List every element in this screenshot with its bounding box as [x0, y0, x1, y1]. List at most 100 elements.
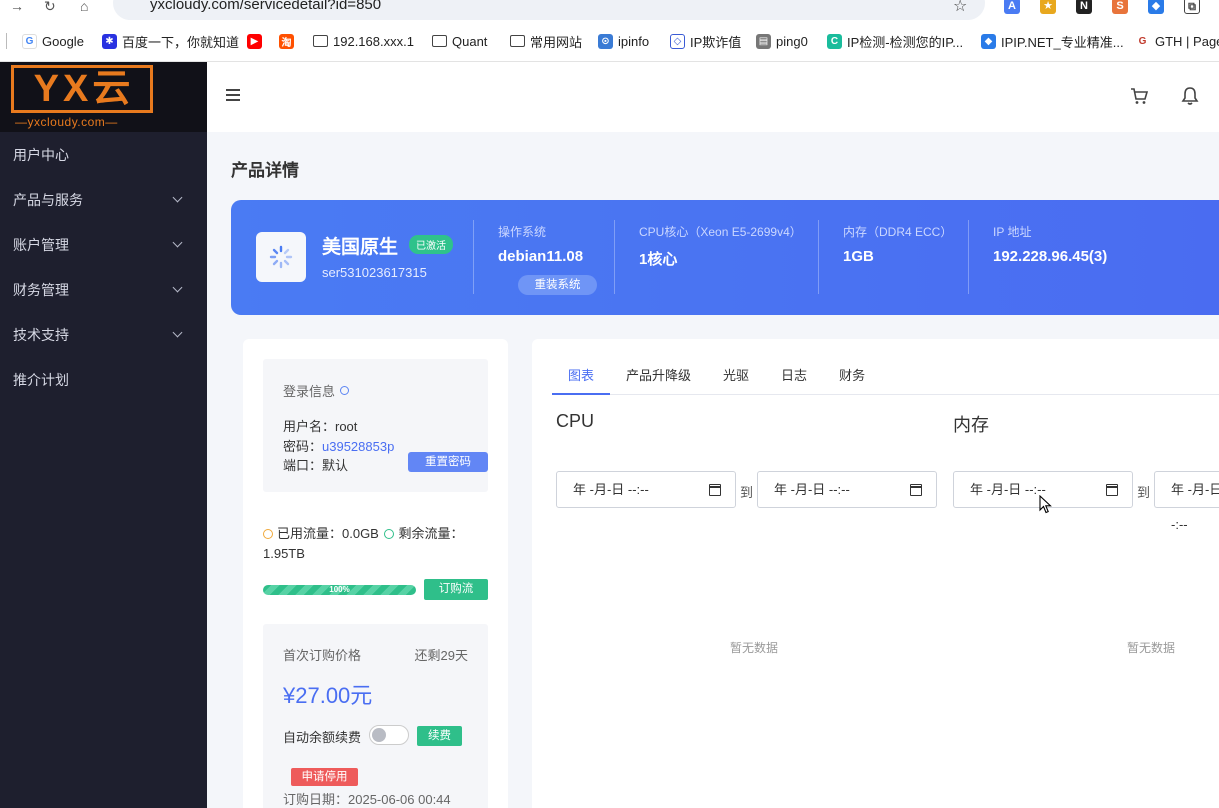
password-value[interactable]: u39528853p: [322, 439, 394, 454]
sidebar-item-support[interactable]: 技术支持: [0, 312, 207, 357]
bookmark-ip-check[interactable]: C IP检测-检测您的IP...: [827, 32, 963, 50]
diamond-extension-icon[interactable]: ◆: [1148, 0, 1164, 14]
ipip-icon: ◆: [981, 33, 996, 49]
buy-traffic-button[interactable]: 订购流: [424, 579, 488, 600]
sidebar-item-user-center[interactable]: 用户中心: [0, 132, 207, 177]
product-banner: 美国原生 已激活 ser531023617315 操作系统 debian11.0…: [231, 200, 1219, 315]
divider: [968, 220, 969, 294]
cpu-to-label: 到: [740, 485, 754, 500]
auto-renew-toggle[interactable]: [369, 725, 409, 745]
folder-icon: [510, 35, 525, 47]
mouse-cursor-icon: [1039, 495, 1052, 514]
login-info-box: 登录信息 用户名：root 密码：u39528853p 端口：默认 重置密码: [263, 359, 488, 492]
cart-icon[interactable]: [1129, 86, 1149, 106]
tab-logs[interactable]: 日志: [765, 367, 823, 395]
chevron-down-icon: [172, 237, 183, 248]
traffic-summary: 已用流量：0.0GB 剩余流量：1.95TB: [263, 524, 483, 564]
browser-address-row: → ↻ ⌂ yxcloudy.com/servicedetail?id=850 …: [0, 0, 1219, 20]
calendar-icon[interactable]: [910, 484, 922, 496]
bookmark-ip-fraud[interactable]: ◇ IP欺诈值: [670, 32, 741, 50]
shield-icon: ◇: [670, 33, 685, 49]
chevron-down-icon: [172, 192, 183, 203]
forward-icon[interactable]: →: [10, 0, 24, 13]
calendar-icon[interactable]: [1106, 484, 1118, 496]
bookmark-star-icon[interactable]: ☆: [953, 0, 967, 16]
divider: [818, 220, 819, 294]
cpu-start-date-input[interactable]: 年 -月-日 --:--: [556, 471, 736, 508]
divider: [473, 220, 474, 294]
ip-value: 192.228.96.45(3): [993, 248, 1108, 265]
translate-extension-icon[interactable]: A: [1004, 0, 1020, 14]
bookmark-divider: [6, 32, 7, 50]
login-info-title: 登录信息: [283, 381, 350, 400]
sidebar-item-finance[interactable]: 财务管理: [0, 267, 207, 312]
baidu-paw-icon: ✱: [102, 33, 117, 49]
ip-check-icon: C: [827, 33, 842, 49]
status-badge: 已激活: [409, 235, 453, 254]
youtube-icon: ▶: [247, 33, 262, 49]
billing-box: 首次订购价格 还剩29天 ¥27.00元 自动余额续费 续费 申请停用 订购日期…: [263, 624, 488, 808]
bookmark-ipip[interactable]: ◆ IPIP.NET_专业精准...: [981, 32, 1124, 50]
menu-toggle-icon[interactable]: [226, 89, 240, 101]
page-title: 产品详情: [231, 161, 299, 180]
cpu-no-data: 暂无数据: [730, 641, 779, 655]
reinstall-button[interactable]: 重装系统: [518, 275, 597, 295]
reset-password-button[interactable]: 重置密码: [408, 452, 488, 472]
tab-cdrom[interactable]: 光驱: [707, 367, 765, 395]
bookmark-youtube[interactable]: ▶: [247, 32, 267, 50]
price-value: ¥27.00元: [283, 683, 373, 708]
bookmark-quant[interactable]: Quant: [432, 32, 487, 50]
gth-icon: G: [1135, 33, 1150, 49]
service-info-card: 登录信息 用户名：root 密码：u39528853p 端口：默认 重置密码 已…: [243, 339, 508, 808]
product-icon: [256, 232, 306, 282]
auto-renew-label: 自动余额续费: [283, 730, 362, 745]
product-name: 美国原生: [322, 237, 399, 258]
bell-icon[interactable]: [1180, 86, 1200, 106]
memory-label: 内存（DDR4 ECC）: [843, 225, 953, 239]
bookmark-router[interactable]: 192.168.xxx.1: [313, 32, 414, 50]
folder-icon: [313, 35, 328, 47]
home-icon[interactable]: ⌂: [80, 0, 88, 13]
sidebar: Y X 云 —yxcloudy.com— 用户中心 产品与服务 账户管理 财务管…: [0, 62, 207, 808]
extension-icon[interactable]: ★: [1040, 0, 1056, 14]
bookmark-gth[interactable]: G GTH | Page: [1135, 32, 1219, 50]
sidebar-item-products[interactable]: 产品与服务: [0, 177, 207, 222]
reload-icon[interactable]: ↻: [44, 0, 56, 13]
calendar-icon[interactable]: [709, 484, 721, 496]
puzzle-extension-icon[interactable]: ⧉: [1184, 0, 1200, 14]
bookmark-common-sites[interactable]: 常用网站: [510, 32, 582, 50]
renew-button[interactable]: 续费: [417, 726, 462, 746]
user-icon: [340, 386, 350, 395]
used-traffic-dot-icon: [263, 529, 273, 539]
bookmark-taobao[interactable]: 淘: [279, 32, 299, 50]
url-text[interactable]: yxcloudy.com/servicedetail?id=850: [150, 0, 381, 13]
logo-box: Y X 云: [11, 65, 153, 113]
bookmark-baidu[interactable]: ✱ 百度一下，你就知道: [102, 32, 239, 50]
taobao-icon: 淘: [279, 33, 294, 49]
bookmark-ipinfo[interactable]: ⊙ ipinfo: [598, 32, 649, 50]
s-extension-icon[interactable]: S: [1112, 0, 1128, 14]
sidebar-item-account[interactable]: 账户管理: [0, 222, 207, 267]
used-traffic: 已用流量：0.0GB: [277, 526, 379, 541]
traffic-progress-bar: 100%: [263, 585, 416, 595]
notion-extension-icon[interactable]: N: [1076, 0, 1092, 14]
memory-end-date-input[interactable]: 年 -月-日 --:--: [1154, 471, 1219, 532]
memory-no-data: 暂无数据: [1127, 641, 1176, 655]
logo[interactable]: Y X 云 —yxcloudy.com—: [0, 62, 207, 132]
first-price-label: 首次订购价格: [283, 648, 362, 663]
divider: [614, 220, 615, 294]
server-icon: ▤: [756, 33, 771, 49]
memory-to-label: 到: [1137, 485, 1151, 500]
bookmark-ping0[interactable]: ▤ ping0: [756, 32, 808, 50]
suspend-button[interactable]: 申请停用: [291, 768, 358, 786]
chevron-down-icon: [172, 327, 183, 338]
tab-upgrade[interactable]: 产品升降级: [610, 367, 707, 395]
sidebar-item-referral[interactable]: 推介计划: [0, 357, 207, 402]
tab-finance[interactable]: 财务: [823, 367, 881, 395]
toggle-knob: [372, 728, 386, 742]
cpu-end-date-input[interactable]: 年 -月-日 --:--: [757, 471, 937, 508]
loading-spinner-icon: [269, 245, 293, 269]
location-pin-icon: ⊙: [598, 33, 613, 49]
bookmark-google[interactable]: G Google: [22, 32, 84, 50]
tab-charts[interactable]: 图表: [552, 367, 611, 395]
